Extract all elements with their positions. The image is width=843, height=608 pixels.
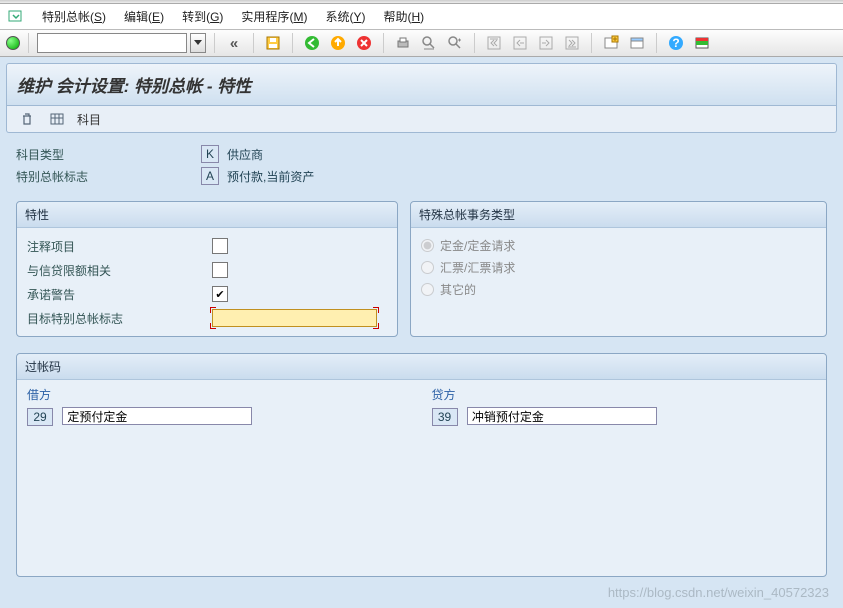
menu-goto[interactable]: 转到(G) [182, 8, 223, 25]
prev-page-button[interactable] [509, 33, 531, 53]
account-type-label: 科目类型 [16, 146, 201, 163]
radio-others[interactable]: 其它的 [421, 278, 816, 300]
menu-help[interactable]: 帮助(H) [383, 8, 424, 25]
page-title: 维护 会计设置: 特别总帐 - 特性 [6, 63, 837, 106]
credit-code: 39 [432, 408, 458, 426]
command-dropdown-button[interactable] [190, 33, 206, 53]
help-button[interactable]: ? [665, 33, 687, 53]
content-area: 科目类型 K 供应商 特别总帐标志 A 预付款,当前资产 特性 注释项目 与信贷… [0, 143, 843, 577]
sgl-indicator-text: 预付款,当前资产 [227, 168, 314, 185]
debit-text-input[interactable] [62, 407, 252, 425]
radio-down-payment[interactable]: 定金/定金请求 [421, 234, 816, 256]
nav-cancel-button[interactable] [353, 33, 375, 53]
commitment-warning-label: 承诺警告 [27, 286, 212, 303]
command-input[interactable] [37, 33, 187, 53]
menu-utilities[interactable]: 实用程序(M) [241, 8, 307, 25]
radio-bill-exchange[interactable]: 汇票/汇票请求 [421, 256, 816, 278]
new-session-button[interactable] [600, 33, 622, 53]
print-button[interactable] [392, 33, 414, 53]
sgl-indicator-label: 特别总帐标志 [16, 168, 201, 185]
credit-limit-checkbox[interactable] [212, 262, 228, 278]
noted-items-label: 注释项目 [27, 238, 212, 255]
status-ok-icon[interactable] [6, 36, 20, 50]
accounts-button[interactable]: 科目 [77, 111, 101, 128]
overview-icon[interactable] [47, 110, 67, 128]
menu-system[interactable]: 系统(Y) [325, 8, 365, 25]
back-button[interactable]: « [223, 33, 245, 53]
app-toolbar: 科目 [6, 106, 837, 133]
nav-exit-button[interactable] [327, 33, 349, 53]
svg-text:?: ? [672, 36, 679, 50]
debit-code: 29 [27, 408, 53, 426]
account-type-code: K [201, 145, 219, 163]
find-next-button[interactable] [444, 33, 466, 53]
menubar: 特别总帐(S) 编辑(E) 转到(G) 实用程序(M) 系统(Y) 帮助(H) [0, 4, 843, 30]
credit-title: 贷方 [432, 386, 817, 403]
layout-button[interactable] [691, 33, 713, 53]
menu-edit[interactable]: 编辑(E) [124, 8, 164, 25]
menu-special-gl[interactable]: 特别总帐(S) [42, 8, 106, 25]
first-page-button[interactable] [483, 33, 505, 53]
posting-keys-title: 过帐码 [17, 354, 826, 380]
debit-column: 借方 29 [27, 386, 412, 426]
credit-limit-label: 与信贷限额相关 [27, 262, 212, 279]
debit-title: 借方 [27, 386, 412, 403]
commitment-warning-checkbox[interactable] [212, 286, 228, 302]
save-button[interactable] [262, 33, 284, 53]
sgl-indicator-code: A [201, 167, 219, 185]
posting-keys-panel: 过帐码 借方 29 贷方 39 [16, 353, 827, 577]
properties-title: 特性 [17, 202, 397, 228]
target-sgl-input[interactable] [212, 309, 377, 327]
watermark: https://blog.csdn.net/weixin_40572323 [608, 585, 829, 600]
last-page-button[interactable] [561, 33, 583, 53]
noted-items-checkbox[interactable] [212, 238, 228, 254]
transaction-type-panel: 特殊总帐事务类型 定金/定金请求 汇票/汇票请求 其它的 [410, 201, 827, 337]
menu-dropdown-icon[interactable] [8, 9, 24, 25]
create-shortcut-button[interactable] [626, 33, 648, 53]
credit-text-input[interactable] [467, 407, 657, 425]
target-sgl-label: 目标特别总帐标志 [27, 310, 212, 327]
next-page-button[interactable] [535, 33, 557, 53]
nav-back-button[interactable] [301, 33, 323, 53]
transaction-type-title: 特殊总帐事务类型 [411, 202, 826, 228]
toolbar: « ? [0, 30, 843, 57]
properties-panel: 特性 注释项目 与信贷限额相关 承诺警告 目标特别总帐标志 [16, 201, 398, 337]
find-button[interactable] [418, 33, 440, 53]
credit-column: 贷方 39 [432, 386, 817, 426]
account-type-text: 供应商 [227, 146, 263, 163]
delete-icon[interactable] [17, 110, 37, 128]
